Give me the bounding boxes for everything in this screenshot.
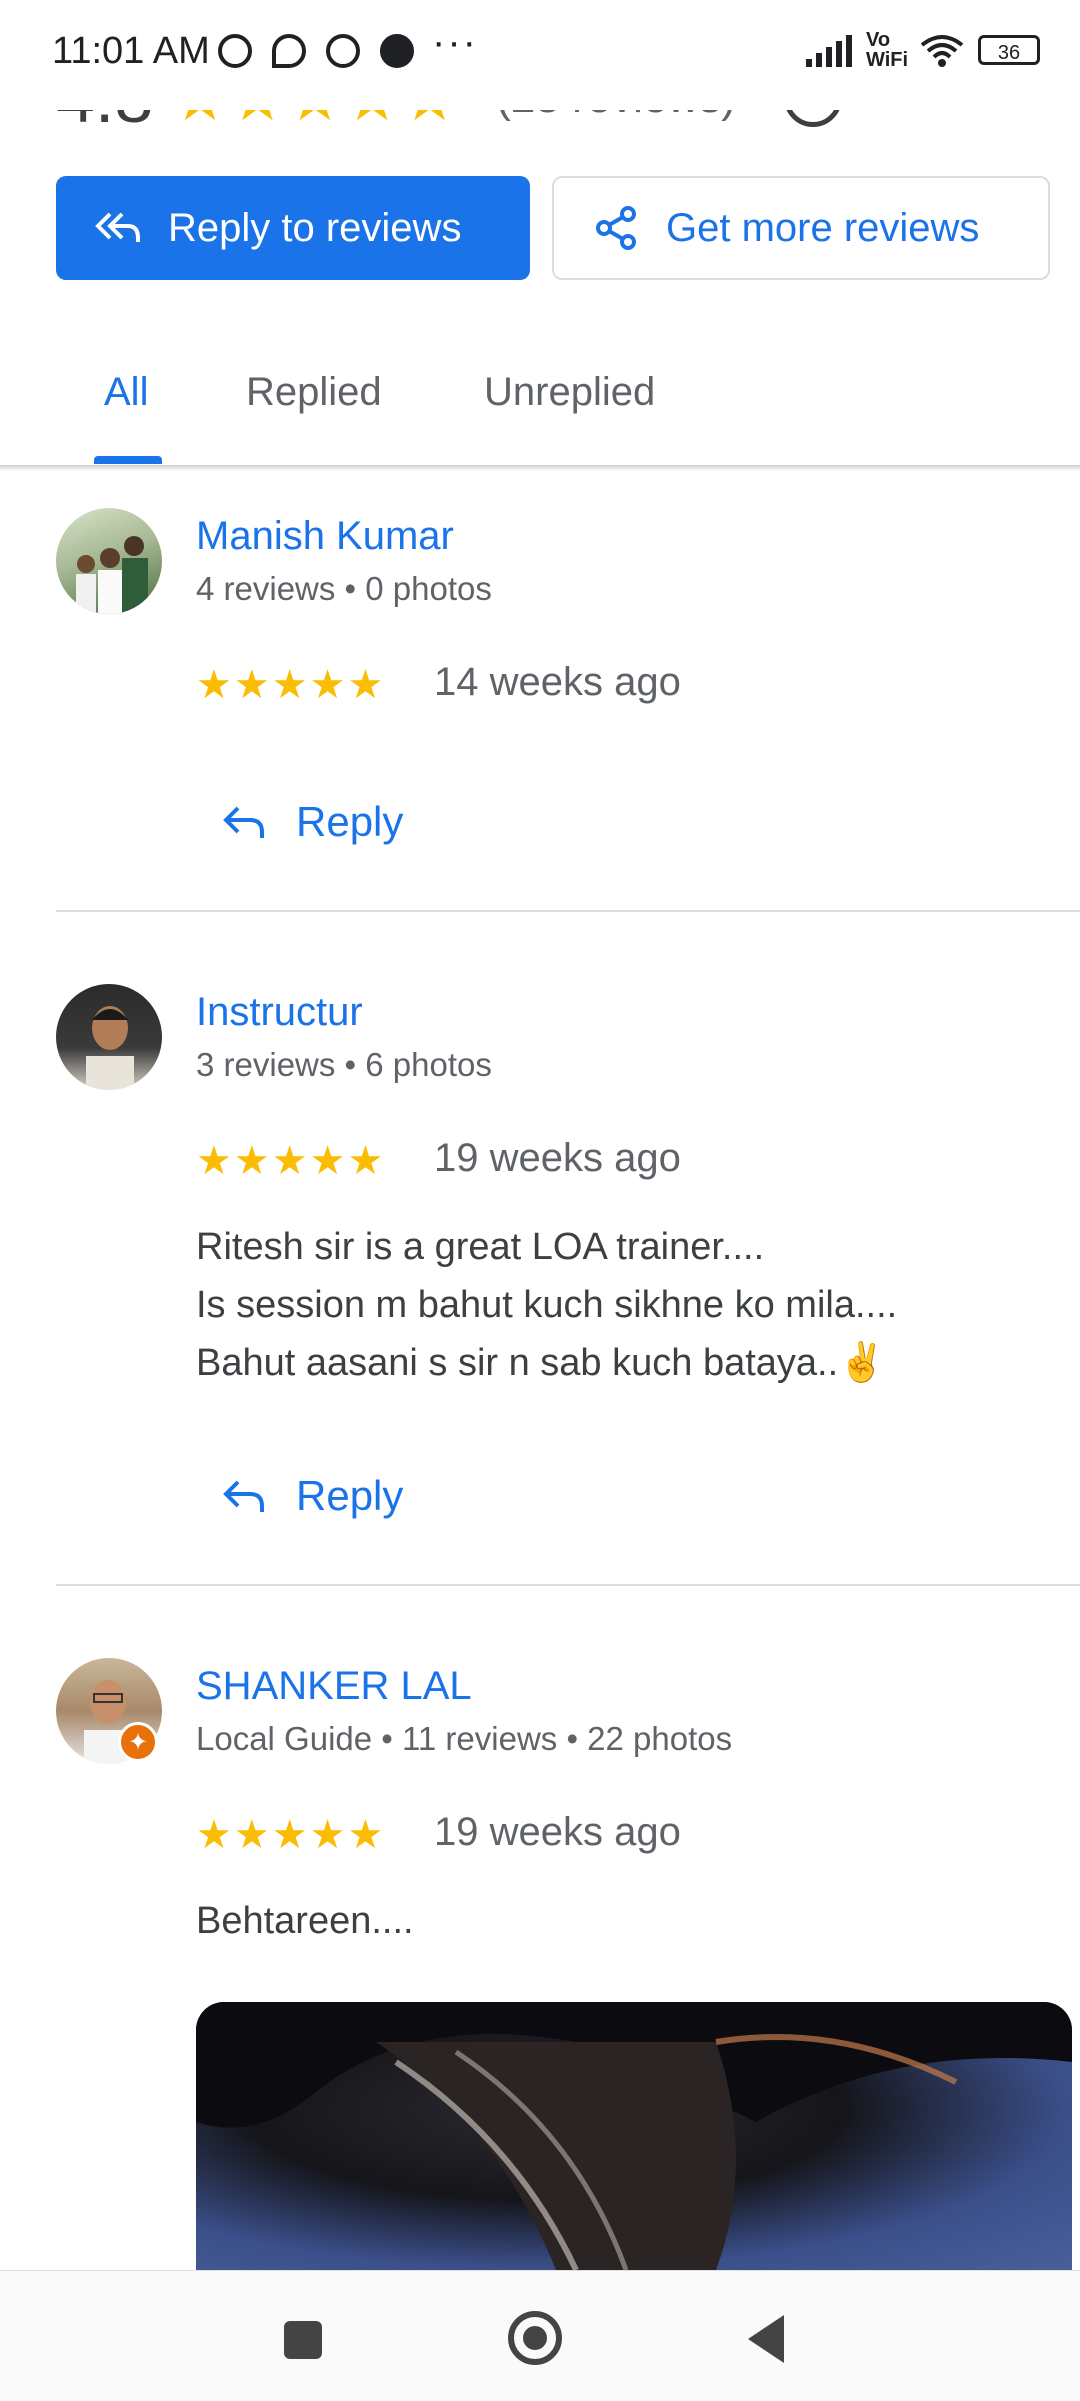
review-date: 14 weeks ago (434, 660, 681, 704)
reply-icon (223, 806, 264, 838)
back-button[interactable] (748, 2315, 784, 2363)
review-text: Ritesh sir is a great LOA trainer.... Is… (196, 1226, 898, 1384)
home-button[interactable] (508, 2311, 562, 2365)
recents-button[interactable] (284, 2321, 322, 2359)
avatar[interactable] (56, 508, 162, 614)
chat-icon (272, 34, 306, 68)
avatar[interactable] (56, 984, 162, 1090)
review-text: Behtareen.... (196, 1900, 414, 1942)
more-notifications-icon: ··· (432, 20, 478, 64)
vowifi-label: Vo WiFi (866, 29, 909, 71)
reply-icon (223, 1480, 264, 1512)
tab-all[interactable]: All (104, 370, 148, 415)
reply-label: Reply (296, 798, 404, 845)
status-bar: 11:01 AM ··· Vo WiFi 36 (0, 0, 1080, 110)
signal-icon (806, 33, 852, 67)
reviewer-name[interactable]: SHANKER LAL (196, 1664, 472, 1709)
reviewer-meta: 3 reviews • 6 photos (196, 1046, 492, 1083)
get-more-reviews-button[interactable]: Get more reviews (552, 176, 1050, 280)
reply-button[interactable]: Reply (222, 1472, 403, 1520)
reply-label: Reply (296, 1472, 404, 1519)
wifi-icon (920, 35, 964, 67)
tab-unreplied[interactable]: Unreplied (484, 370, 655, 415)
reviewer-name[interactable]: Instructur (196, 990, 363, 1035)
review-stars: ★★★★★ (196, 1813, 386, 1857)
review-photo[interactable] (196, 2002, 1072, 2270)
local-guide-badge-icon: ✦ (118, 1722, 158, 1762)
status-time: 11:01 AM (52, 30, 210, 72)
review-divider (56, 910, 1080, 912)
review-date: 19 weeks ago (434, 1136, 681, 1180)
reviewer-name[interactable]: Manish Kumar (196, 514, 454, 559)
review-divider (56, 1584, 1080, 1586)
reply-to-reviews-button[interactable]: Reply to reviews (56, 176, 530, 280)
review-stars: ★★★★★ (196, 1139, 386, 1183)
review-tabs: All Replied Unreplied (0, 340, 1080, 468)
battery-icon: 36 (978, 35, 1040, 65)
share-icon (592, 206, 640, 250)
alarm-icon (218, 34, 252, 68)
system-nav-bar (0, 2270, 1080, 2401)
reply-button[interactable]: Reply (222, 798, 403, 846)
tab-replied[interactable]: Replied (246, 370, 382, 415)
get-more-reviews-label: Get more reviews (666, 205, 980, 250)
reply-to-reviews-label: Reply to reviews (168, 205, 462, 250)
tabs-divider (0, 465, 1080, 471)
reply-all-icon (94, 208, 142, 248)
review-stars: ★★★★★ (196, 663, 386, 707)
message-icon (380, 34, 414, 68)
review-date: 19 weeks ago (434, 1810, 681, 1854)
plus-message-icon (326, 34, 360, 68)
tab-indicator (94, 456, 162, 464)
reviewer-meta: Local Guide • 11 reviews • 22 photos (196, 1720, 733, 1757)
notification-icons (218, 34, 414, 68)
reviewer-meta: 4 reviews • 0 photos (196, 570, 492, 607)
